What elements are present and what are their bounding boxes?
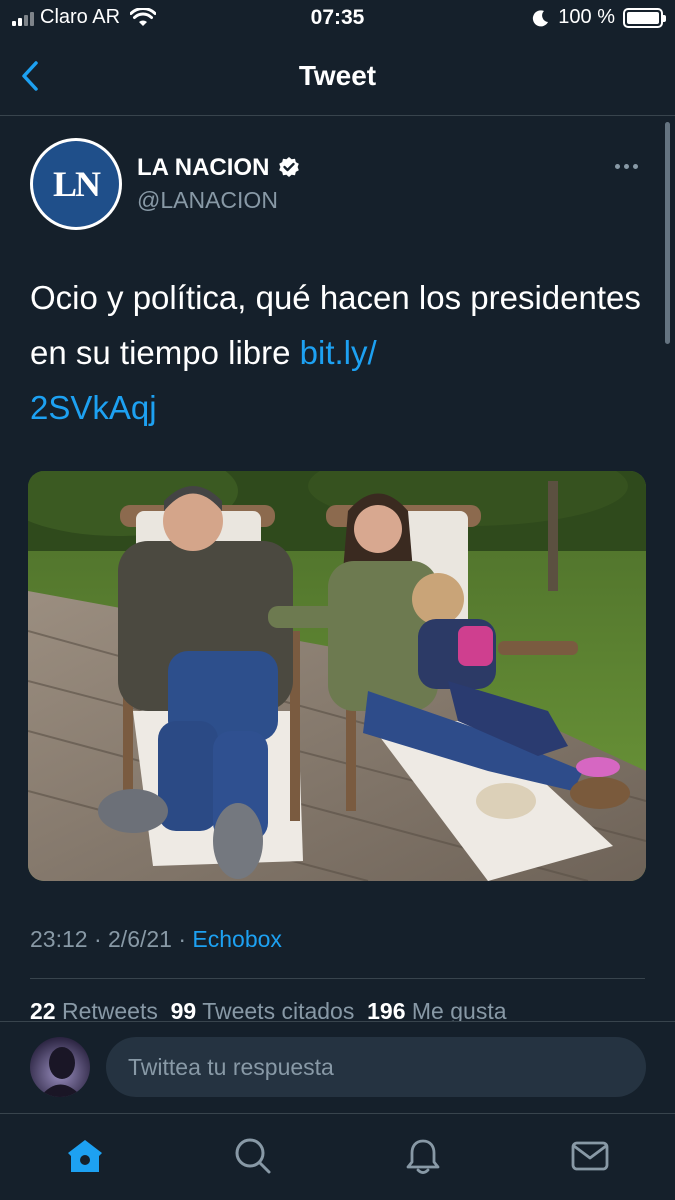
home-icon <box>68 1140 102 1172</box>
battery-fill <box>627 11 659 24</box>
nav-bar: Tweet <box>0 38 675 116</box>
author-handle[interactable]: @LANACION <box>137 187 278 214</box>
tab-messages[interactable] <box>568 1134 612 1178</box>
tweet-counts: 22 Retweets 99 Tweets citados 196 Me gus… <box>30 998 645 1022</box>
tab-home[interactable] <box>63 1134 107 1178</box>
user-avatar-image <box>30 1037 90 1097</box>
tab-search[interactable] <box>231 1134 275 1178</box>
more-options-button[interactable] <box>615 154 645 178</box>
quotes-label: Tweets citados <box>196 998 368 1022</box>
author-name-row[interactable]: LA NACION <box>137 154 301 182</box>
avatar-logo: LN <box>33 141 119 227</box>
more-dot <box>633 163 638 169</box>
likes-label: Me gusta <box>405 998 507 1022</box>
tweet-photo[interactable] <box>28 471 646 881</box>
author-avatar[interactable]: LN <box>30 138 122 230</box>
scroll-indicator[interactable] <box>665 122 670 344</box>
status-bar: Claro AR 07:35 100 % <box>0 0 675 38</box>
tab-notifications[interactable] <box>401 1134 445 1178</box>
meta-sep: · <box>171 926 193 952</box>
quotes-number: 99 <box>170 998 197 1022</box>
page-title: Tweet <box>298 60 377 91</box>
tweet-text: Ocio y política, qué hacen los president… <box>30 270 645 435</box>
reply-bar: Twittea tu respuesta <box>0 1021 675 1113</box>
tweet-meta: 23:12 · 2/6/21 · Echobox <box>30 926 282 953</box>
battery-percent: 100 % <box>558 6 615 28</box>
meta-sep: · <box>87 926 109 952</box>
notifications-bell-icon <box>406 1139 440 1174</box>
more-dot <box>624 163 629 169</box>
tweet-date: 2/6/21 <box>108 926 172 952</box>
author-name: LA NACION <box>137 154 270 181</box>
status-right: 100 % <box>532 6 666 29</box>
tab-bar <box>0 1113 675 1200</box>
battery-icon <box>623 7 666 28</box>
likes-count[interactable]: 196 Me gusta <box>367 998 506 1022</box>
quotes-count[interactable]: 99 Tweets citados <box>171 998 367 1022</box>
likes-number: 196 <box>367 998 406 1022</box>
tweet-source[interactable]: Echobox <box>192 926 282 952</box>
tweet-time: 23:12 <box>30 926 88 952</box>
divider <box>30 978 645 979</box>
photo-illustration <box>28 471 646 881</box>
verified-badge-icon <box>279 157 300 177</box>
user-avatar[interactable] <box>30 1037 90 1097</box>
retweets-number: 22 <box>30 998 56 1022</box>
more-horizontal-icon <box>615 163 620 169</box>
messages-envelope-icon <box>571 1141 609 1171</box>
retweets-label: Retweets <box>55 998 171 1022</box>
reply-input[interactable]: Twittea tu respuesta <box>106 1037 646 1097</box>
retweets-count[interactable]: 22 Retweets <box>30 998 171 1022</box>
search-icon <box>235 1138 271 1174</box>
moon-icon <box>533 9 549 26</box>
